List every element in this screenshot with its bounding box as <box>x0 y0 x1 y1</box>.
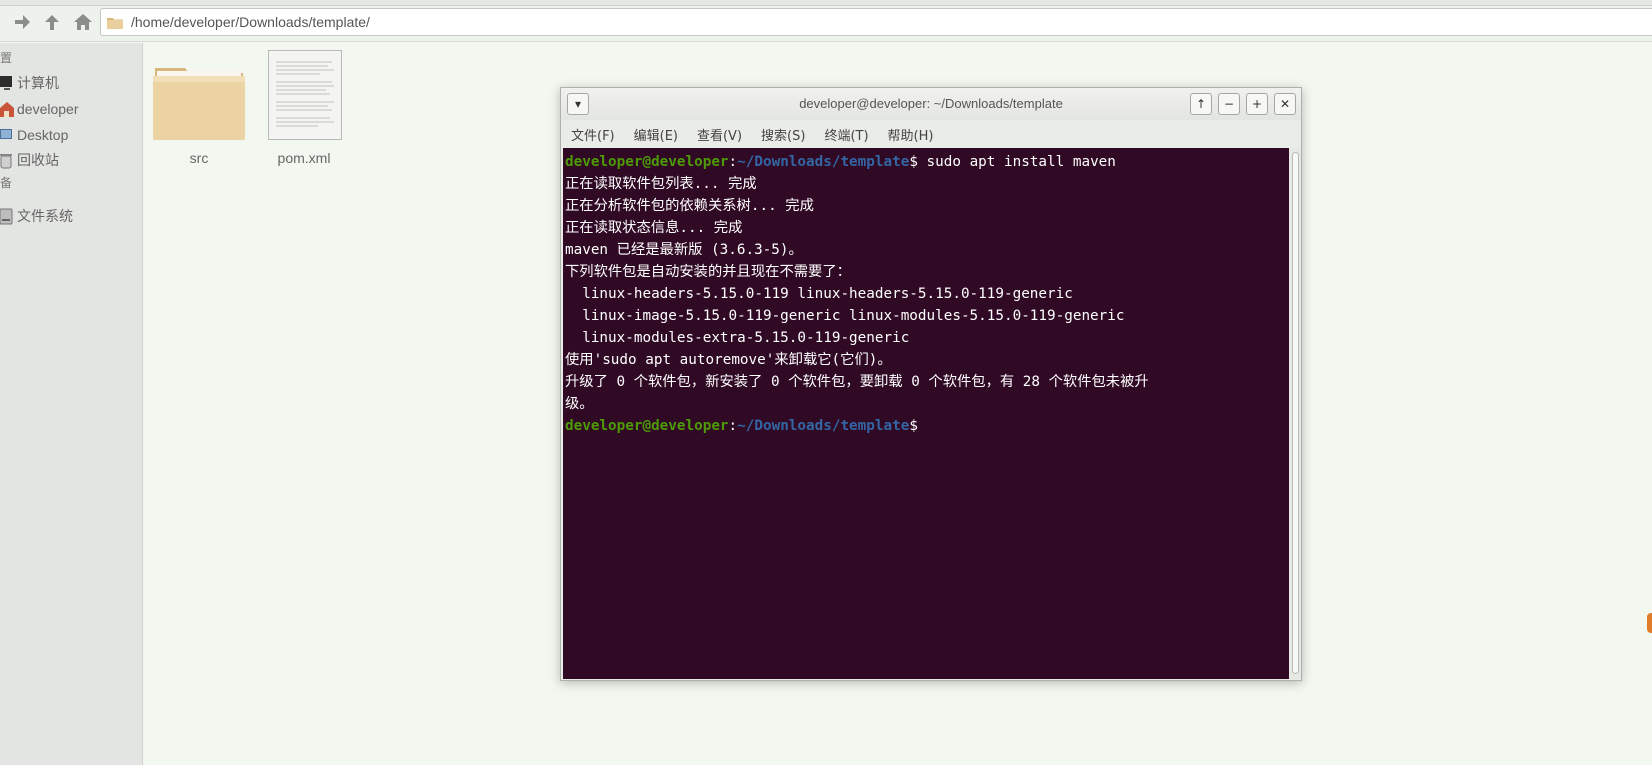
home-button[interactable] <box>71 10 95 34</box>
places-sidebar: 置 计算机 developer Desktop 回收站 备 文件系统 <box>0 43 143 765</box>
close-icon: ✕ <box>1279 97 1291 111</box>
output-line: 级。 <box>565 396 594 412</box>
menu-view[interactable]: 查看(V) <box>697 125 742 144</box>
close-button[interactable]: ✕ <box>1274 93 1296 115</box>
prompt-path: ~/Downloads/template <box>737 154 910 170</box>
sidebar-item-label: developer <box>17 101 79 117</box>
file-label: src <box>189 150 209 166</box>
menu-file[interactable]: 文件(F) <box>571 125 615 144</box>
folder-icon <box>107 17 123 29</box>
window-top-edge <box>0 0 1652 6</box>
document-icon <box>268 50 342 140</box>
drive-icon <box>0 207 14 225</box>
maximize-icon: + <box>1251 97 1263 111</box>
output-line: 正在分析软件包的依赖关系树... 完成 <box>565 198 814 214</box>
terminal-titlebar[interactable]: developer@developer: ~/Downloads/templat… <box>561 88 1301 120</box>
output-line: 升级了 0 个软件包，新安装了 0 个软件包，要卸载 0 个软件包，有 28 个… <box>565 374 1149 390</box>
scrollbar-thumb[interactable] <box>1292 152 1299 674</box>
terminal-scrollbar[interactable] <box>1290 148 1301 679</box>
command-text: sudo apt install maven <box>917 154 1116 170</box>
sidebar-item-desktop[interactable]: Desktop <box>0 124 140 146</box>
prompt-colon: : <box>728 418 738 434</box>
output-line: 下列软件包是自动安装的并且现在不需要了： <box>565 264 851 280</box>
prompt-path: ~/Downloads/template <box>737 418 910 434</box>
up-button[interactable] <box>40 10 64 34</box>
menu-search[interactable]: 搜索(S) <box>761 125 805 144</box>
sidebar-item-label: 回收站 <box>17 152 59 168</box>
terminal-menubar: 文件(F) 编辑(E) 查看(V) 搜索(S) 终端(T) 帮助(H) <box>561 120 1301 148</box>
arrow-up-icon: ↑ <box>1195 97 1207 111</box>
prompt-symbol: $ <box>909 418 918 434</box>
address-bar[interactable]: /home/developer/Downloads/template/ <box>100 8 1652 36</box>
desktop-icon <box>0 126 14 144</box>
terminal-output[interactable]: developer@developer:~/Downloads/template… <box>563 148 1289 679</box>
folder-icon <box>153 68 245 140</box>
sidebar-item-trash[interactable]: 回收站 <box>0 149 140 171</box>
arrow-up-icon <box>45 15 59 30</box>
prompt-user: developer@developer <box>565 154 729 170</box>
output-line: 正在读取软件包列表... 完成 <box>565 176 757 192</box>
prompt-colon: : <box>728 154 738 170</box>
edge-decoration <box>1647 613 1652 633</box>
sidebar-item-computer[interactable]: 计算机 <box>0 72 140 94</box>
file-manager-toolbar: /home/developer/Downloads/template/ <box>0 0 1652 42</box>
sidebar-heading-places: 置 <box>0 51 13 65</box>
minimize-icon: − <box>1223 97 1235 111</box>
output-line: linux-headers-5.15.0-119 linux-headers-5… <box>565 286 1073 302</box>
prompt-symbol: $ <box>909 154 918 170</box>
output-line: linux-image-5.15.0-119-generic linux-mod… <box>565 308 1125 324</box>
sidebar-item-label: 文件系统 <box>17 208 73 224</box>
address-path: /home/developer/Downloads/template/ <box>131 14 370 30</box>
minimize-button[interactable]: − <box>1218 93 1240 115</box>
output-line: 正在读取状态信息... 完成 <box>565 220 743 236</box>
file-item-src[interactable]: src <box>152 60 246 170</box>
terminal-window: developer@developer: ~/Downloads/templat… <box>560 87 1302 681</box>
output-line: linux-modules-extra-5.15.0-119-generic <box>565 330 910 346</box>
sidebar-item-filesystem[interactable]: 文件系统 <box>0 205 140 227</box>
trash-icon <box>0 151 14 169</box>
monitor-icon <box>0 74 14 92</box>
sidebar-item-label: 计算机 <box>17 75 59 91</box>
keep-above-button[interactable]: ↑ <box>1190 93 1212 115</box>
output-line: 使用'sudo apt autoremove'来卸载它(它们)。 <box>565 352 892 368</box>
sidebar-heading-devices: 备 <box>0 176 13 190</box>
sidebar-item-label: Desktop <box>17 127 69 143</box>
chevron-down-icon: ▾ <box>574 97 582 111</box>
arrow-right-icon <box>15 15 30 29</box>
menu-edit[interactable]: 编辑(E) <box>634 125 678 144</box>
command-line: developer@developer:~/Downloads/template… <box>565 151 1289 173</box>
prompt-user: developer@developer <box>565 418 729 434</box>
home-icon <box>74 14 92 30</box>
sidebar-item-developer[interactable]: developer <box>0 98 140 120</box>
home-icon <box>0 100 14 118</box>
output-line: maven 已经是最新版 (3.6.3-5)。 <box>565 242 803 258</box>
file-item-pom-xml[interactable]: pom.xml <box>264 48 344 170</box>
maximize-button[interactable]: + <box>1246 93 1268 115</box>
window-menu-button[interactable]: ▾ <box>567 93 589 115</box>
file-label: pom.xml <box>277 150 331 166</box>
menu-help[interactable]: 帮助(H) <box>888 125 934 144</box>
forward-button[interactable] <box>10 10 34 34</box>
menu-terminal[interactable]: 终端(T) <box>824 125 868 144</box>
prompt-line: developer@developer:~/Downloads/template… <box>565 415 1289 437</box>
